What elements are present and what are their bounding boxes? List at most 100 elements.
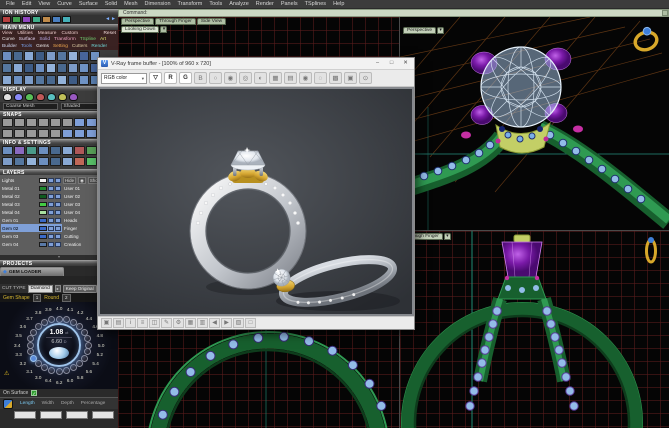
settings-icon[interactable]: [14, 146, 25, 155]
snap-toggle-icon[interactable]: [14, 129, 25, 138]
tool-icon[interactable]: [24, 75, 34, 85]
layer-row[interactable]: Lights: [1, 176, 62, 184]
snap-toggle-icon[interactable]: [86, 118, 97, 127]
menubar-item[interactable]: TSplines: [305, 1, 326, 7]
view-layout-tab-looking-down[interactable]: Looking Down: [121, 26, 159, 33]
tool-icon[interactable]: [35, 63, 45, 73]
vray-bottom-icon[interactable]: ▶: [221, 318, 232, 328]
vray-toolbar-icon[interactable]: ▩: [329, 72, 342, 84]
settings-icon[interactable]: [38, 146, 49, 155]
history-thumbnail-icon[interactable]: [62, 16, 71, 23]
vray-toolbar-icon[interactable]: ▤: [284, 72, 297, 84]
tool-icon[interactable]: [68, 75, 78, 85]
vray-titlebar[interactable]: V V-Ray frame buffer - [100% of 960 x 72…: [98, 58, 414, 70]
layer-row[interactable]: Gem 04: [1, 240, 62, 248]
history-thumbnail-icon[interactable]: [32, 16, 41, 23]
snap-toggle-icon[interactable]: [50, 129, 61, 138]
menubar-item[interactable]: Help: [333, 1, 344, 7]
tool-icon[interactable]: [35, 51, 45, 61]
viewport-perspective[interactable]: Perspective ▾: [400, 17, 669, 230]
layer-lock-chip[interactable]: [55, 218, 61, 223]
vray-bottom-icon[interactable]: □: [245, 318, 256, 328]
chevron-down-icon[interactable]: ▾: [444, 233, 451, 240]
main-menu-link[interactable]: Solid: [39, 37, 50, 42]
tool-icon[interactable]: [13, 63, 23, 73]
snap-toggle-icon[interactable]: [62, 129, 73, 138]
layer-lock-chip[interactable]: [55, 202, 61, 207]
layer-color-swatch[interactable]: [39, 202, 47, 207]
vray-toolbar-icon[interactable]: ▣: [344, 72, 357, 84]
layers-hide-button[interactable]: Hide: [63, 177, 76, 184]
layer-visibility-chip[interactable]: [48, 218, 54, 223]
main-menu-tab[interactable]: Measure: [38, 31, 57, 36]
snap-toggle-icon[interactable]: [26, 129, 37, 138]
tool-icon[interactable]: [24, 63, 34, 73]
layer-color-swatch[interactable]: [39, 242, 47, 247]
vray-toolbar-icon[interactable]: ◉: [224, 72, 237, 84]
layer-lock-chip[interactable]: [55, 194, 61, 199]
layer-visibility-chip[interactable]: [48, 226, 54, 231]
vray-toolbar-icon[interactable]: ◌: [314, 72, 327, 84]
vray-bottom-icon[interactable]: ≡: [137, 318, 148, 328]
layer-row[interactable]: Gem 01: [1, 216, 62, 224]
main-menu-tab[interactable]: View: [2, 31, 12, 36]
display-mode-icon[interactable]: [58, 93, 67, 101]
vray-toolbar-icon[interactable]: B: [194, 72, 207, 84]
vray-toolbar-icon[interactable]: ◐: [254, 72, 267, 84]
vray-frame-buffer-window[interactable]: V V-Ray frame buffer - [100% of 960 x 72…: [97, 57, 415, 330]
main-menu-link[interactable]: Setting: [53, 44, 68, 49]
tool-icon[interactable]: [57, 51, 67, 61]
eye-icon[interactable]: ◉: [78, 177, 86, 184]
tool-icon[interactable]: [2, 75, 12, 85]
tool-icon[interactable]: [2, 51, 12, 61]
layer-row[interactable]: Metal 02: [1, 192, 62, 200]
layer-visibility-chip[interactable]: [48, 202, 54, 207]
view-layout-tab[interactable]: Side View: [197, 18, 226, 25]
menubar-item[interactable]: Analyze: [229, 1, 249, 7]
layer-lock-chip[interactable]: [55, 210, 61, 215]
gem-shape-index[interactable]: 1: [33, 294, 42, 302]
mesh-mode-dropdown[interactable]: Coarse Mesh: [3, 103, 58, 110]
settings-icon[interactable]: [86, 146, 97, 155]
settings-icon[interactable]: [74, 146, 85, 155]
snap-toggle-icon[interactable]: [62, 118, 73, 127]
settings-icon[interactable]: [26, 157, 37, 166]
vray-bottom-icon[interactable]: ▥: [197, 318, 208, 328]
tool-icon[interactable]: [46, 51, 56, 61]
vray-bottom-icon[interactable]: ▧: [233, 318, 244, 328]
settings-icon[interactable]: [74, 157, 85, 166]
tool-icon[interactable]: [79, 75, 89, 85]
snap-toggle-icon[interactable]: [14, 118, 25, 127]
vray-bottom-icon[interactable]: ◫: [149, 318, 160, 328]
dimension-tab[interactable]: Width: [42, 401, 54, 406]
vray-toolbar-icon[interactable]: ○: [209, 72, 222, 84]
menubar-item[interactable]: Solid: [105, 1, 117, 7]
vray-bottom-icon[interactable]: i: [125, 318, 136, 328]
settings-icon[interactable]: [38, 157, 49, 166]
settings-icon[interactable]: [14, 157, 25, 166]
length-field[interactable]: [14, 411, 36, 419]
tool-icon[interactable]: [57, 63, 67, 73]
tool-icon[interactable]: [13, 75, 23, 85]
cut-type-dropdown[interactable]: Diamond: [28, 285, 53, 293]
menubar-item[interactable]: Tools: [209, 1, 222, 7]
width-field[interactable]: [40, 411, 62, 419]
history-forward-icon[interactable]: ►: [111, 16, 116, 23]
vray-toolbar-icon[interactable]: ▦: [269, 72, 282, 84]
main-menu-link[interactable]: Art: [100, 37, 106, 42]
dimension-tab[interactable]: Length: [20, 401, 35, 406]
percentage-field[interactable]: [92, 411, 114, 419]
gem-placement-icon[interactable]: [3, 399, 13, 409]
display-mode-icon[interactable]: [14, 93, 23, 101]
snap-toggle-icon[interactable]: [2, 118, 13, 127]
menubar-item[interactable]: Dimension: [145, 1, 171, 7]
layer-visibility-chip[interactable]: [48, 242, 54, 247]
layer-color-swatch[interactable]: [39, 210, 47, 215]
layer-visibility-chip[interactable]: [48, 210, 54, 215]
layer-visibility-chip[interactable]: [48, 186, 54, 191]
tool-icon[interactable]: [57, 75, 67, 85]
layer-row[interactable]: Metal 03: [1, 200, 62, 208]
history-thumbnail-icon[interactable]: [22, 16, 31, 23]
tool-icon[interactable]: [68, 63, 78, 73]
menubar-item[interactable]: Panels: [281, 1, 298, 7]
